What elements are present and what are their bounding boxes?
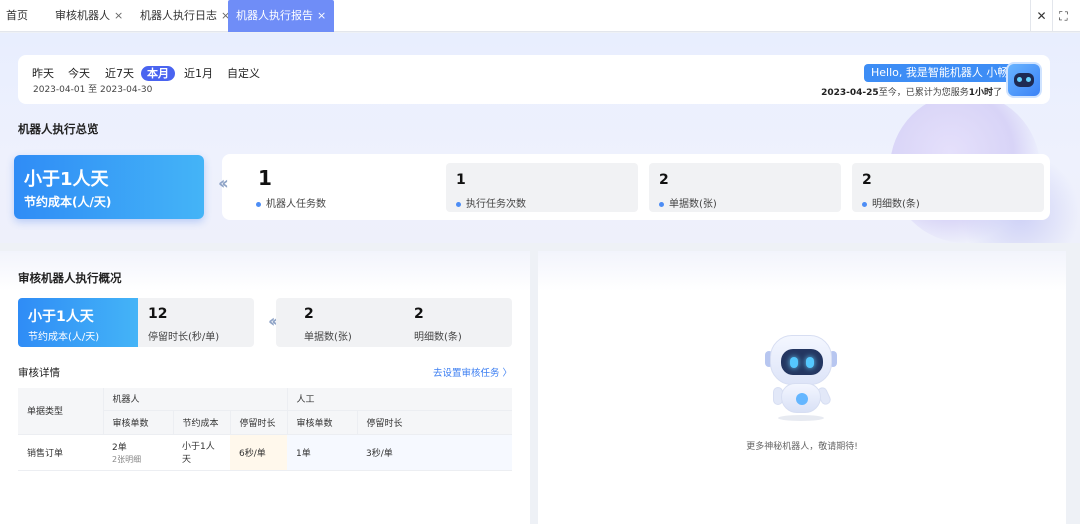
date-range-text: 2023-04-01 至 2023-04-30 bbox=[33, 85, 153, 95]
tab-home[interactable]: 首页 bbox=[6, 0, 28, 32]
col-header-manual-count: 审核单数 bbox=[287, 410, 358, 435]
saving-label: 节约成本(人/天) bbox=[24, 195, 112, 209]
tab-robot-log[interactable]: 机器人执行日志 × bbox=[140, 0, 230, 32]
saving-card: 小于1人天 节约成本(人/天) bbox=[14, 155, 204, 219]
stat-robot-tasks: 1 机器人任务数 bbox=[258, 166, 326, 210]
tab-robot-report[interactable]: 机器人执行报告 × bbox=[228, 0, 335, 32]
table-row: 销售订单 2单 2张明细 小于1人天 6秒/单 1单 3秒/单 bbox=[18, 434, 513, 471]
service-summary: 2023-04-25至今，已累计为您服务1小时了 bbox=[821, 88, 1002, 98]
date-option-today[interactable]: 今天 bbox=[68, 66, 90, 81]
double-chevron-left-icon: ‹‹ bbox=[218, 173, 229, 194]
col-header-robot-stay: 停留时长 bbox=[230, 410, 288, 435]
group-header-manual: 人工 bbox=[287, 388, 513, 411]
tab-audit-robot[interactable]: 审核机器人 × bbox=[55, 0, 123, 32]
robot-face-icon bbox=[1014, 73, 1034, 87]
coming-soon-text: 更多神秘机器人，敬请期待! bbox=[746, 442, 858, 452]
date-filter-card: 昨天 今天 近7天 本月 近1月 自定义 2023-04-01 至 2023-0… bbox=[18, 55, 1050, 104]
audit-panel-title: 审核机器人执行概况 bbox=[18, 271, 122, 285]
date-option-1month[interactable]: 近1月 bbox=[184, 66, 213, 81]
overview-title: 机器人执行总览 bbox=[18, 122, 99, 136]
col-header-manual-stay: 停留时长 bbox=[357, 410, 513, 435]
double-chevron-left-icon: ‹‹ bbox=[268, 311, 279, 332]
col-header-doc-type: 单据类型 bbox=[18, 388, 104, 435]
stats-card: ‹‹ 1 机器人任务数 1 执行任务次数 2 单据数(张) 2 明细数(条) bbox=[218, 154, 1050, 220]
audit-robot-panel: 审核机器人执行概况 小于1人天 节约成本(人/天) 12 停留时长(秒/单) ‹… bbox=[0, 251, 530, 524]
coming-soon-panel: 更多神秘机器人，敬请期待! bbox=[538, 251, 1066, 524]
audit-stay-card: 12 停留时长(秒/单) bbox=[138, 298, 254, 347]
audit-detail-table: 单据类型 机器人 人工 审核单数 节约成本 停留时长 审核单数 停留时长 销售订… bbox=[18, 388, 513, 471]
setup-audit-task-link[interactable]: 去设置审核任务 〉 bbox=[433, 365, 512, 379]
robot-illustration bbox=[758, 331, 848, 421]
close-all-icon[interactable]: ✕ bbox=[1030, 0, 1052, 32]
fullscreen-icon[interactable]: ⛶ bbox=[1052, 0, 1074, 32]
assistant-greeting: Hello, 我是智能机器人 小畅 bbox=[864, 64, 1016, 82]
saving-value: 小于1人天 bbox=[24, 169, 109, 190]
date-option-7days[interactable]: 近7天 bbox=[105, 66, 134, 81]
col-header-robot-count: 审核单数 bbox=[103, 410, 174, 435]
date-option-yesterday[interactable]: 昨天 bbox=[32, 66, 54, 81]
stat-details: 2 明细数(条) bbox=[852, 163, 1044, 212]
group-header-robot: 机器人 bbox=[103, 388, 288, 411]
robot-avatar[interactable] bbox=[1006, 62, 1042, 98]
stat-documents: 2 单据数(张) bbox=[649, 163, 841, 212]
audit-docs-card: 2 单据数(张) 2 明细数(条) bbox=[276, 298, 512, 347]
col-header-robot-saving: 节约成本 bbox=[173, 410, 231, 435]
audit-saving-card: 小于1人天 节约成本(人/天) bbox=[18, 298, 138, 347]
close-icon[interactable]: × bbox=[114, 9, 123, 22]
audit-detail-title: 审核详情 bbox=[18, 367, 60, 379]
date-option-this-month[interactable]: 本月 bbox=[141, 66, 175, 81]
tab-bar: 首页 审核机器人 × 机器人执行日志 × 机器人执行报告 × ✕ ⛶ bbox=[0, 0, 1080, 32]
stat-exec-count: 1 执行任务次数 bbox=[446, 163, 638, 212]
overview-section: 昨天 今天 近7天 本月 近1月 自定义 2023-04-01 至 2023-0… bbox=[0, 33, 1080, 243]
date-option-custom[interactable]: 自定义 bbox=[227, 66, 260, 81]
close-icon[interactable]: × bbox=[317, 9, 326, 22]
